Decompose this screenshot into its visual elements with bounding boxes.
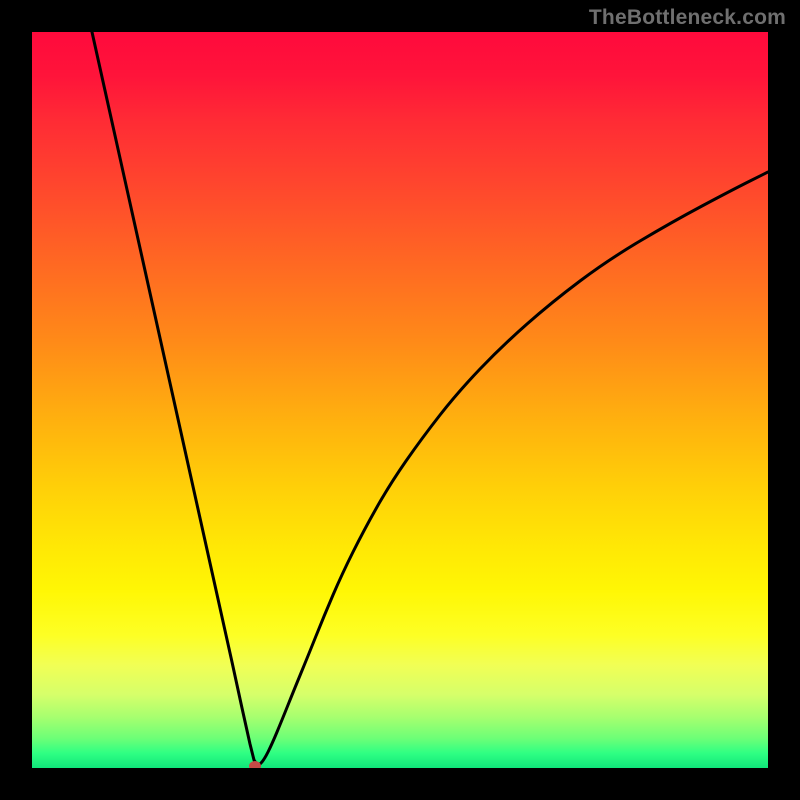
plot-area: [32, 32, 768, 768]
curve-layer: [32, 32, 768, 768]
bottleneck-curve: [92, 32, 768, 766]
chart-frame: TheBottleneck.com: [0, 0, 800, 800]
minimum-marker: [249, 761, 261, 768]
watermark-text: TheBottleneck.com: [589, 6, 786, 30]
